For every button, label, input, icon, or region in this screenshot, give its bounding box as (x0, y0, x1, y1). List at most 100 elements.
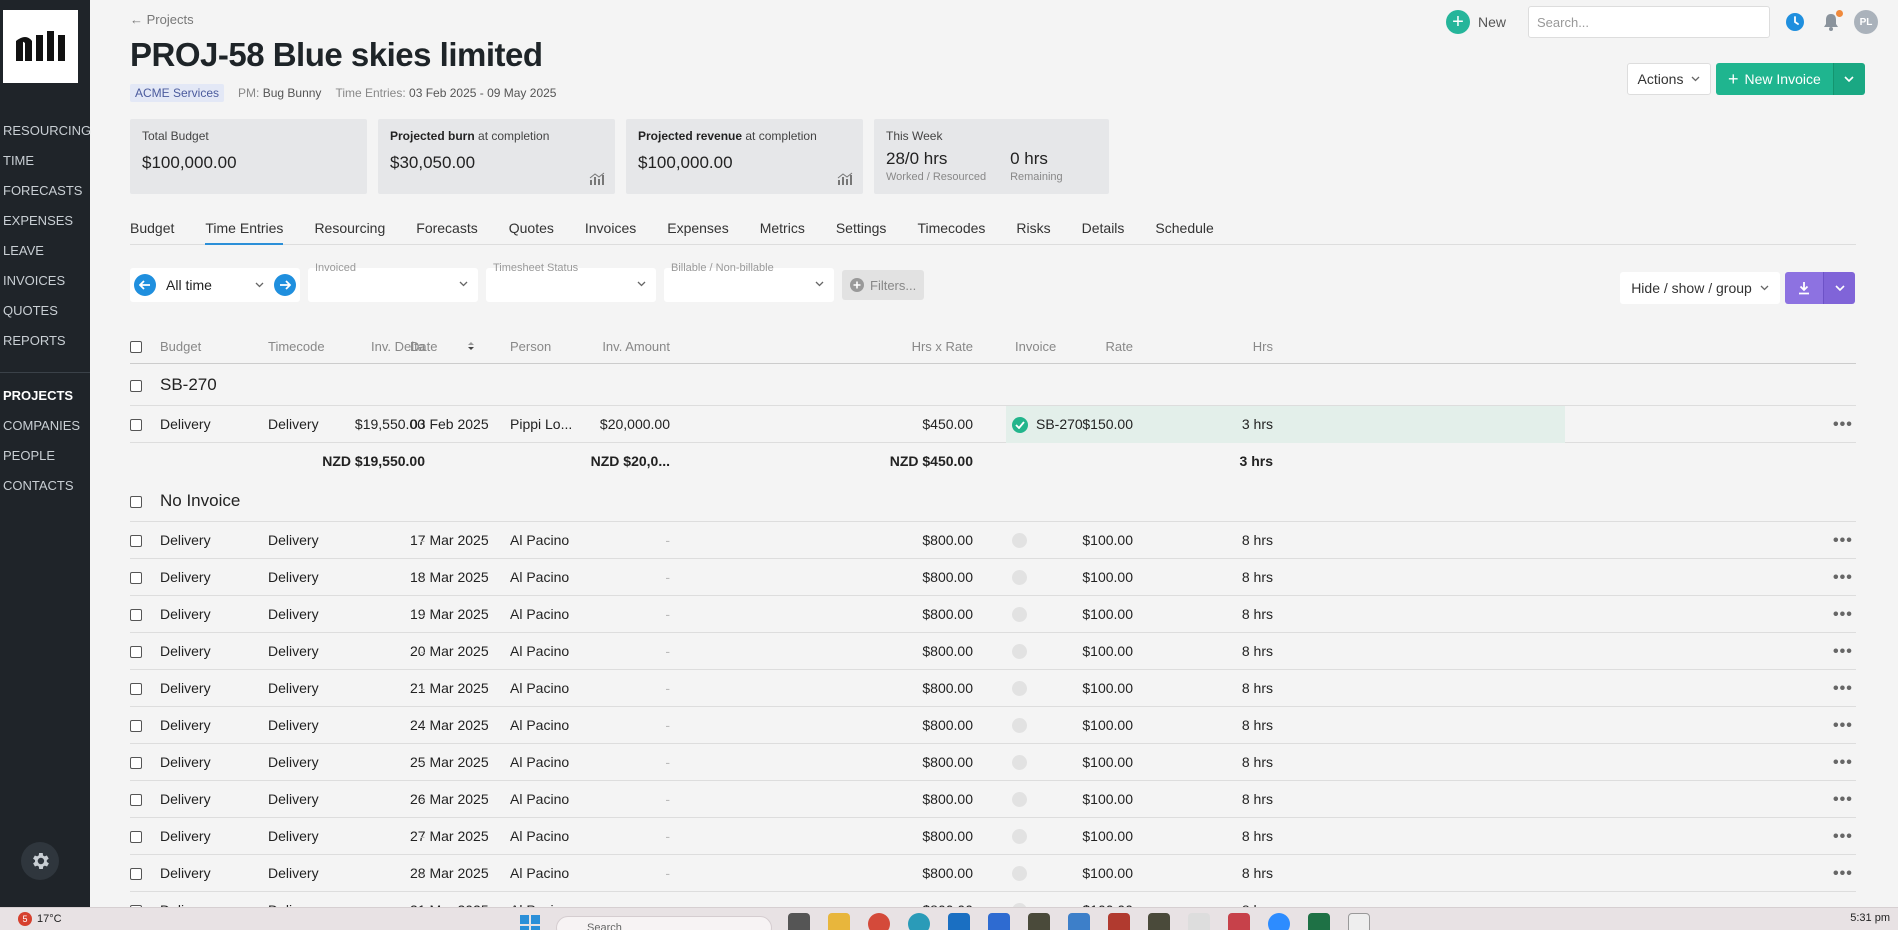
chrome-icon[interactable] (868, 913, 890, 930)
download-button[interactable] (1785, 272, 1823, 304)
tab-timecodes[interactable]: Timecodes (917, 218, 985, 245)
header-person[interactable]: Person (510, 332, 551, 364)
tab-budget[interactable]: Budget (130, 218, 174, 245)
sidebar-item-quotes[interactable]: QUOTES (0, 296, 90, 326)
row-checkbox[interactable] (130, 646, 142, 658)
app-icon[interactable] (1228, 913, 1250, 930)
header-hrs[interactable]: Hrs (1253, 332, 1273, 364)
weather-widget[interactable]: 5 17°C (18, 912, 62, 926)
sidebar-item-invoices[interactable]: INVOICES (0, 266, 90, 296)
download-dropdown[interactable] (1823, 272, 1855, 304)
table-row[interactable]: Delivery Delivery 25 Mar 2025 Al Pacino 8 hr… (130, 744, 1856, 781)
tab-schedule[interactable]: Schedule (1155, 218, 1213, 245)
table-row[interactable]: Delivery Delivery 19 Mar 2025 Al Pacino 8 hr… (130, 596, 1856, 633)
table-row[interactable]: Delivery Delivery 24 Mar 2025 Al Pacino 8 hr… (130, 707, 1856, 744)
sidebar-item-resourcing[interactable]: RESOURCING (0, 116, 91, 146)
table-row[interactable]: Delivery Delivery 20 Mar 2025 Al Pacino 8 hr… (130, 633, 1856, 670)
edge-icon[interactable] (908, 913, 930, 930)
header-inv-amount[interactable]: Inv. Amount (602, 332, 670, 364)
tab-risks[interactable]: Risks (1016, 218, 1050, 245)
row-checkbox[interactable] (130, 831, 142, 843)
row-more-icon[interactable]: ••• (1833, 818, 1853, 855)
row-checkbox[interactable] (130, 572, 142, 584)
timesheet-status-select[interactable]: Timesheet Status (486, 262, 656, 302)
excel-icon[interactable] (1308, 913, 1330, 930)
row-checkbox[interactable] (130, 419, 142, 431)
table-row[interactable]: Delivery Delivery 18 Mar 2025 Al Pacino 8 hr… (130, 559, 1856, 596)
tab-time-entries[interactable]: Time Entries (205, 218, 284, 245)
header-budget[interactable]: Budget (160, 332, 201, 364)
tab-settings[interactable]: Settings (836, 218, 887, 245)
row-more-icon[interactable]: ••• (1833, 559, 1853, 596)
header-invoice[interactable]: Invoice (1015, 332, 1056, 364)
sidebar-item-time[interactable]: TIME (0, 146, 90, 176)
sidebar-item-companies[interactable]: COMPANIES (0, 411, 90, 441)
sidebar-item-people[interactable]: PEOPLE (0, 441, 90, 471)
row-checkbox[interactable] (130, 683, 142, 695)
header-inv-delta[interactable]: Inv. Delta (371, 332, 425, 364)
new-button[interactable]: + New (1445, 10, 1506, 34)
table-row[interactable]: Delivery Delivery 27 Mar 2025 Al Pacino 8 hr… (130, 818, 1856, 855)
chart-icon[interactable] (589, 172, 605, 186)
sidebar-item-forecasts[interactable]: FORECASTS (0, 176, 90, 206)
app-icon[interactable] (1028, 913, 1050, 930)
app-icon[interactable] (1148, 913, 1170, 930)
app-icon[interactable] (1108, 913, 1130, 930)
row-checkbox[interactable] (130, 496, 142, 508)
sort-icon[interactable] (467, 332, 475, 364)
tab-metrics[interactable]: Metrics (760, 218, 805, 245)
notifications-button[interactable] (1820, 10, 1843, 33)
header-hrs-x-rate[interactable]: Hrs x Rate (912, 332, 973, 364)
date-range-select[interactable]: All time (162, 277, 268, 293)
prev-period-button[interactable] (134, 274, 156, 296)
new-invoice-button[interactable]: + New Invoice (1716, 63, 1833, 95)
row-checkbox[interactable] (130, 868, 142, 880)
table-row[interactable]: Delivery Delivery 17 Mar 2025 Al Pacino 8 hr… (130, 522, 1856, 559)
row-more-icon[interactable]: ••• (1833, 522, 1853, 559)
user-avatar[interactable]: PL (1854, 10, 1878, 34)
sidebar-item-expenses[interactable]: EXPENSES (0, 206, 90, 236)
search-input[interactable] (1528, 6, 1770, 38)
row-more-icon[interactable]: ••• (1833, 744, 1853, 781)
cell-invoice[interactable]: SB-270 (1036, 406, 1083, 443)
app-icon[interactable] (1188, 913, 1210, 930)
row-more-icon[interactable]: ••• (1833, 892, 1853, 907)
table-row[interactable]: Delivery Delivery 26 Mar 2025 Al Pacino 8 hr… (130, 781, 1856, 818)
tab-resourcing[interactable]: Resourcing (314, 218, 385, 245)
breadcrumb[interactable]: ← Projects (130, 12, 194, 27)
next-period-button[interactable] (274, 274, 296, 296)
folder-icon[interactable] (828, 913, 850, 930)
outlook-icon[interactable] (948, 913, 970, 930)
client-tag[interactable]: ACME Services (130, 84, 225, 102)
row-more-icon[interactable]: ••• (1833, 855, 1853, 892)
header-rate[interactable]: Rate (1106, 332, 1133, 364)
row-checkbox[interactable] (130, 757, 142, 769)
settings-button[interactable] (21, 842, 59, 880)
windows-start-icon[interactable] (519, 914, 541, 930)
row-more-icon[interactable]: ••• (1833, 670, 1853, 707)
table-row[interactable]: Delivery Delivery 03 Feb 2025 Pippi Lo... 3 … (130, 406, 1856, 443)
row-checkbox[interactable] (130, 794, 142, 806)
briefcase-icon[interactable] (988, 913, 1010, 930)
hide-show-group-button[interactable]: Hide / show / group (1620, 272, 1780, 304)
tab-invoices[interactable]: Invoices (585, 218, 636, 245)
actions-button[interactable]: Actions (1627, 63, 1711, 95)
row-checkbox[interactable] (130, 720, 142, 732)
timer-button[interactable] (1784, 11, 1806, 33)
header-timecode[interactable]: Timecode (268, 332, 325, 364)
app-icon[interactable] (1348, 913, 1370, 930)
app-logo[interactable] (3, 10, 78, 83)
tab-forecasts[interactable]: Forecasts (416, 218, 477, 245)
tab-expenses[interactable]: Expenses (667, 218, 728, 245)
row-checkbox[interactable] (130, 341, 142, 353)
filters-button[interactable]: Filters... (842, 270, 925, 300)
sidebar-item-leave[interactable]: LEAVE (0, 236, 90, 266)
tab-details[interactable]: Details (1082, 218, 1125, 245)
row-more-icon[interactable]: ••• (1833, 707, 1853, 744)
row-more-icon[interactable]: ••• (1833, 633, 1853, 670)
tab-quotes[interactable]: Quotes (509, 218, 554, 245)
task-view-icon[interactable] (788, 913, 810, 930)
row-checkbox[interactable] (130, 380, 142, 392)
sidebar-item-reports[interactable]: REPORTS (0, 326, 90, 356)
invoiced-select[interactable]: Invoiced (308, 262, 478, 302)
